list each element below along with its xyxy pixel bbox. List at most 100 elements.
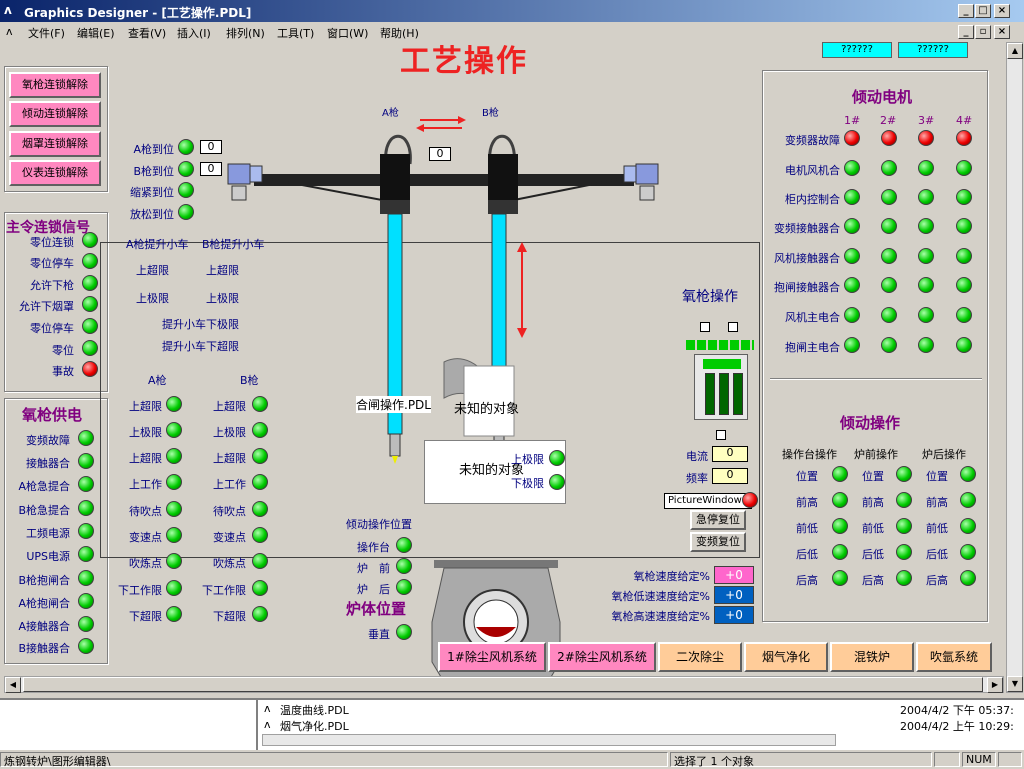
- output-file-name[interactable]: 烟气净化.PDL: [280, 718, 349, 734]
- b-trolley-upper: 上超限: [206, 264, 239, 277]
- gun-b-status-label: 上超限: [213, 400, 246, 413]
- output-file-name[interactable]: 温度曲线.PDL: [280, 702, 349, 718]
- unknown-object-window[interactable]: 未知的对象 上极限 下极限: [424, 440, 566, 504]
- checkbox[interactable]: [728, 322, 738, 332]
- status-selection: 选择了 1 个对象: [670, 752, 932, 768]
- menu-bar: ᴧ 文件(F) 编辑(E) 查看(V) 插入(I) 排列(N) 工具(T) 窗口…: [0, 22, 1024, 42]
- horizontal-scrollbar[interactable]: ◀ ▶: [4, 676, 1004, 693]
- tilt-unlock-button[interactable]: 倾动连锁解除: [9, 101, 101, 127]
- scroll-up-icon[interactable]: ▲: [1007, 43, 1023, 59]
- speed-label: 氧枪速度给定%: [633, 570, 710, 583]
- tilt-op-row-label: 前低: [862, 522, 884, 535]
- motor-column-header: 2#: [880, 114, 897, 127]
- close-button[interactable]: ×: [994, 4, 1010, 18]
- design-canvas[interactable]: 工艺操作 ?????? ?????? 氧枪连锁解除 倾动连锁解除 烟罩连锁解除 …: [4, 42, 992, 676]
- tilt-op-title: 倾动操作: [840, 414, 901, 432]
- gas-cleaning-button[interactable]: 烟气净化: [744, 642, 828, 672]
- status-led: [918, 218, 934, 234]
- top-button-1[interactable]: ??????: [822, 42, 892, 58]
- secondary-dedust-button[interactable]: 二次除尘: [658, 642, 742, 672]
- trolley-upper-limit: 提升小车下超限: [162, 340, 239, 353]
- status-led: [918, 189, 934, 205]
- status-led: [82, 232, 98, 248]
- status-led: [844, 189, 860, 205]
- instrument-unlock-button[interactable]: 仪表连锁解除: [9, 160, 101, 186]
- dedust-fan-2-button[interactable]: 2#除尘风机系统: [548, 642, 656, 672]
- closing-operation-label[interactable]: 合闸操作.PDL: [356, 396, 431, 413]
- unknown-object-label[interactable]: 未知的对象: [454, 398, 519, 417]
- gun-a-status-title: A枪: [148, 374, 167, 387]
- maximize-button[interactable]: □: [975, 4, 991, 18]
- tilt-op-row-label: 位置: [862, 470, 884, 483]
- lance-op-title: 氧枪操作: [682, 289, 738, 305]
- status-led: [956, 248, 972, 264]
- output-list[interactable]: ᴧ 温度曲线.PDL 2004/4/2 下午 05:37: ᴧ 烟气净化.PDL…: [262, 702, 1014, 748]
- swap-arrows-icon: [416, 116, 466, 132]
- lower-limit-label: 下极限: [511, 477, 544, 490]
- doc-minimize-button[interactable]: _: [958, 25, 974, 39]
- menu-help[interactable]: 帮助(H): [380, 25, 419, 41]
- gun-a-status-label: 上超限: [129, 400, 162, 413]
- switch-panel[interactable]: [694, 354, 748, 420]
- tilt-position-label: 炉 后: [357, 583, 390, 596]
- gun-b-status-title: B枪: [240, 374, 259, 387]
- vertical-scrollbar[interactable]: ▲ ▼: [1006, 42, 1023, 693]
- checkbox[interactable]: [716, 430, 726, 440]
- scroll-left-icon[interactable]: ◀: [5, 677, 21, 693]
- argon-blowing-button[interactable]: 吹氩系统: [916, 642, 992, 672]
- hot-metal-mixer-button[interactable]: 混铁炉: [830, 642, 914, 672]
- alarm-led: [844, 130, 860, 146]
- doc-close-button[interactable]: ×: [994, 25, 1010, 39]
- output-file-time: 2004/4/2 下午 05:37:: [900, 704, 1014, 717]
- menu-view[interactable]: 查看(V): [128, 25, 166, 41]
- switch-lever-icon: [705, 373, 715, 415]
- master-signal-label: 零位连锁: [30, 236, 74, 249]
- dedust-fan-1-button[interactable]: 1#除尘风机系统: [438, 642, 546, 672]
- doc-restore-button[interactable]: ▫: [975, 25, 991, 39]
- checkbox[interactable]: [700, 322, 710, 332]
- status-led: [844, 218, 860, 234]
- status-led: [252, 553, 268, 569]
- scroll-thumb[interactable]: [23, 677, 983, 692]
- b-trolley-lower: 上极限: [206, 292, 239, 305]
- master-signal-label: 事故: [52, 365, 74, 378]
- status-led: [844, 277, 860, 293]
- status-led: [252, 422, 268, 438]
- menu-file[interactable]: 文件(F): [28, 25, 65, 41]
- tilt-op-column-header: 操作台操作: [782, 448, 837, 461]
- gun-b-status-label: 下工作限: [202, 584, 246, 597]
- lance-supply-label: 接触器合: [26, 457, 70, 470]
- status-led: [396, 579, 412, 595]
- lance-supply-label: UPS电源: [26, 550, 70, 563]
- gun-a-label: A枪: [382, 106, 399, 119]
- minimize-button[interactable]: _: [958, 4, 974, 18]
- menu-insert[interactable]: 插入(I): [177, 25, 211, 41]
- motor-column-header: 1#: [844, 114, 861, 127]
- menu-edit[interactable]: 编辑(E): [77, 25, 115, 41]
- status-led: [82, 253, 98, 269]
- status-led: [918, 277, 934, 293]
- emergency-reset-button[interactable]: 急停复位: [690, 510, 746, 530]
- output-hscroll[interactable]: [262, 734, 836, 746]
- oxygen-lance-unlock-button[interactable]: 氧枪连锁解除: [9, 72, 101, 98]
- status-led: [956, 218, 972, 234]
- status-led: [881, 160, 897, 176]
- top-button-2[interactable]: ??????: [898, 42, 968, 58]
- position-label: A枪到位: [133, 143, 174, 156]
- hood-unlock-button[interactable]: 烟罩连锁解除: [9, 131, 101, 157]
- menu-window[interactable]: 窗口(W): [327, 25, 368, 41]
- menu-tools[interactable]: 工具(T): [277, 25, 314, 41]
- scroll-right-icon[interactable]: ▶: [987, 677, 1003, 693]
- scroll-down-icon[interactable]: ▼: [1007, 676, 1023, 692]
- status-led: [178, 161, 194, 177]
- app-icon: ᴧ: [4, 3, 12, 17]
- lance-speed-value[interactable]: +0: [714, 566, 754, 584]
- vfd-reset-button[interactable]: 变频复位: [690, 532, 746, 552]
- lance-supply-label: A枪急提合: [18, 480, 70, 493]
- status-led: [78, 430, 94, 446]
- tilt-op-row-label: 前低: [796, 522, 818, 535]
- menu-arrange[interactable]: 排列(N): [226, 25, 265, 41]
- low-speed-value[interactable]: +0: [714, 586, 754, 604]
- high-speed-value[interactable]: +0: [714, 606, 754, 624]
- status-led: [918, 337, 934, 353]
